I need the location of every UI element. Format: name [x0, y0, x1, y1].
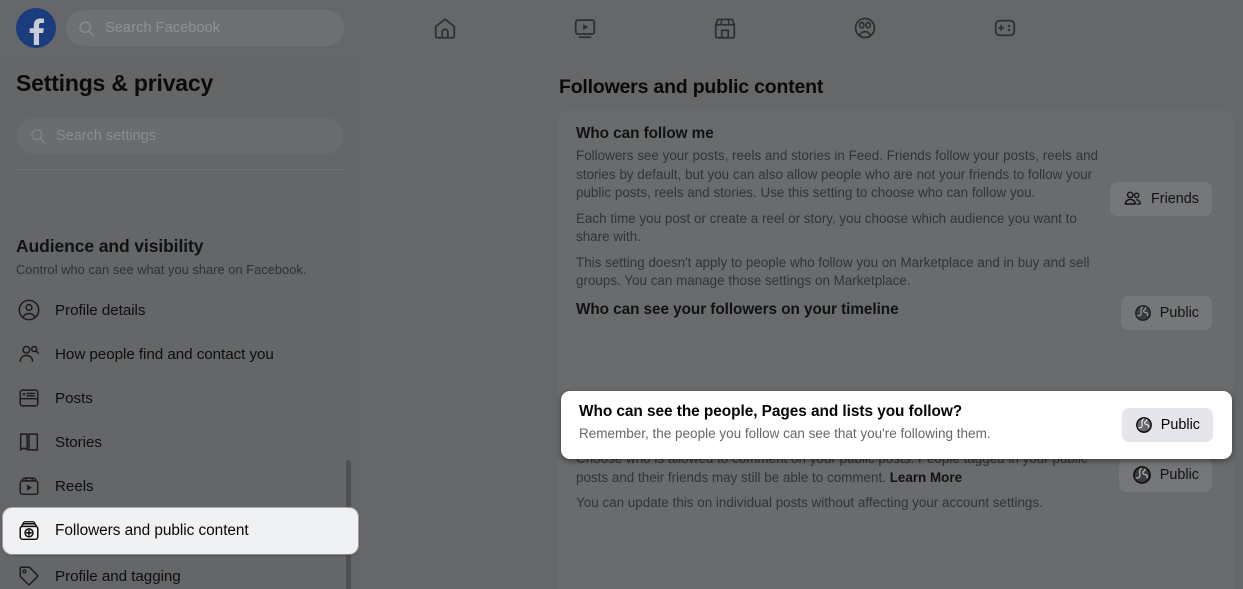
- button-label: Public: [1159, 305, 1199, 321]
- sidebar-item-label: Reels: [55, 477, 94, 495]
- settings-sidebar: Settings & privacy Search settings Audie…: [0, 56, 360, 589]
- audience-selector-public-button[interactable]: Public: [1121, 408, 1213, 442]
- setting-description: This setting doesn't apply to people who…: [576, 254, 1090, 289]
- button-label: Public: [1159, 467, 1199, 483]
- sidebar-divider: [16, 169, 344, 170]
- globe-icon: [1135, 416, 1153, 434]
- nav-marketplace-icon[interactable]: [655, 0, 795, 56]
- followers-plus-icon: [16, 518, 42, 544]
- sidebar-item-followers-and-public-content[interactable]: Followers and public content: [3, 508, 358, 554]
- sidebar-item-profile-and-tagging[interactable]: Profile and tagging: [0, 554, 360, 589]
- sidebar-item-label: Followers and public content: [55, 522, 249, 539]
- sidebar-item-reels[interactable]: Reels: [0, 464, 360, 508]
- top-nav-icons: [375, 0, 1075, 56]
- setting-row-who-can-see-followers-timeline: Who can see your followers on your timel…: [558, 286, 1233, 341]
- person-search-icon: [16, 341, 42, 367]
- nav-groups-icon[interactable]: [795, 0, 935, 56]
- search-icon: [78, 20, 95, 37]
- sidebar-item-label: Profile and tagging: [55, 567, 181, 585]
- tag-icon: [16, 563, 42, 589]
- nav-gaming-icon[interactable]: [935, 0, 1075, 56]
- sidebar-group-title: Audience and visibility: [16, 236, 204, 256]
- setting-row-who-can-follow-me: Who can follow me Followers see your pos…: [558, 111, 1233, 288]
- sidebar-title: Settings & privacy: [16, 70, 214, 96]
- button-label: Friends: [1151, 191, 1199, 207]
- sidebar-item-how-people-find-you[interactable]: How people find and contact you: [0, 332, 360, 376]
- posts-icon: [16, 385, 42, 411]
- sidebar-group-subtitle: Control who can see what you share on Fa…: [16, 262, 307, 277]
- reels-icon: [16, 473, 42, 499]
- search-facebook-input[interactable]: Search Facebook: [66, 10, 344, 46]
- search-facebook-placeholder: Search Facebook: [105, 20, 221, 36]
- sidebar-item-posts[interactable]: Posts: [0, 376, 360, 420]
- sidebar-item-label: How people find and contact you: [55, 345, 274, 363]
- nav-home-icon[interactable]: [375, 0, 515, 56]
- nav-video-icon[interactable]: [515, 0, 655, 56]
- sidebar-item-stories[interactable]: Stories: [0, 420, 360, 464]
- sidebar-menu: Profile details How people find and cont…: [0, 288, 360, 589]
- setting-title: Who can see the people, Pages and lists …: [579, 403, 963, 420]
- search-settings-placeholder: Search settings: [56, 128, 156, 144]
- facebook-logo-icon[interactable]: [16, 8, 56, 48]
- globe-icon: [1132, 465, 1152, 485]
- main-content-area: Followers and public content Who can fol…: [360, 56, 1243, 589]
- search-icon: [30, 128, 46, 144]
- setting-description: Followers see your posts, reels and stor…: [576, 148, 1099, 200]
- button-label: Public: [1160, 417, 1200, 433]
- settings-card: Who can follow me Followers see your pos…: [558, 111, 1233, 589]
- profile-circle-icon: [16, 297, 42, 323]
- sidebar-item-profile-details[interactable]: Profile details: [0, 288, 360, 332]
- stories-book-icon: [16, 429, 42, 455]
- highlighted-setting-row-who-can-see-people-pages-lists[interactable]: Who can see the people, Pages and lists …: [561, 391, 1232, 459]
- globe-icon: [1134, 304, 1152, 322]
- setting-description-tail: You can update this on individual posts …: [576, 495, 1043, 510]
- audience-selector-public-button[interactable]: Public: [1118, 458, 1212, 492]
- setting-title: Who can follow me: [576, 125, 714, 142]
- sidebar-item-label: Stories: [55, 433, 102, 451]
- setting-title: Who can see your followers on your timel…: [576, 301, 899, 318]
- search-settings-input[interactable]: Search settings: [16, 118, 344, 154]
- friends-icon: [1123, 189, 1143, 209]
- sidebar-item-label: Posts: [55, 389, 93, 407]
- top-navigation-bar: Search Facebook: [0, 0, 1243, 56]
- setting-description: Each time you post or create a reel or s…: [576, 210, 1077, 245]
- sidebar-item-label: Profile details: [55, 301, 146, 319]
- audience-selector-public-button[interactable]: Public: [1120, 296, 1212, 330]
- page-title: Followers and public content: [559, 76, 824, 98]
- setting-description: Remember, the people you follow can see …: [579, 426, 991, 441]
- audience-selector-friends-button[interactable]: Friends: [1110, 182, 1212, 216]
- learn-more-link[interactable]: Learn More: [890, 470, 962, 485]
